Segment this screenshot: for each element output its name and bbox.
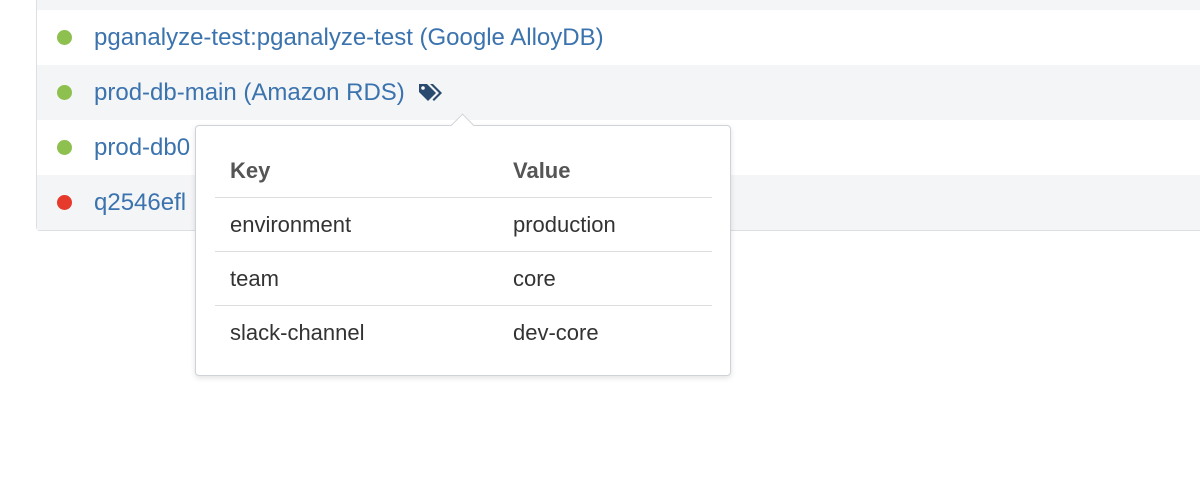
tag-value: dev-core	[513, 319, 599, 345]
list-top-strip	[37, 0, 1200, 10]
server-link[interactable]: q2546efl	[94, 189, 186, 217]
tags-table-header: Key Value	[215, 144, 712, 198]
tags-icon[interactable]	[417, 81, 447, 105]
status-dot-ok	[57, 140, 72, 155]
tag-key: environment	[215, 197, 498, 252]
tags-table: Key Value environment production team co…	[215, 144, 712, 359]
server-row: pganalyze-test:pganalyze-test (Google Al…	[37, 10, 1200, 65]
tags-popover: Key Value environment production team co…	[195, 113, 731, 376]
column-header-value: Value	[498, 144, 712, 198]
column-header-key: Key	[215, 144, 498, 198]
status-dot-error	[57, 195, 72, 210]
status-dot-ok	[57, 30, 72, 45]
tag-value: core	[498, 251, 712, 306]
server-link[interactable]: prod-db-main (Amazon RDS)	[94, 79, 405, 107]
server-link[interactable]: pganalyze-test:pganalyze-test (Google Al…	[94, 24, 604, 52]
table-row: team core	[215, 251, 712, 306]
tag-key: slack-channel	[230, 319, 365, 345]
status-dot-ok	[57, 85, 72, 100]
tag-value: production	[498, 197, 712, 252]
server-row: prod-db-main (Amazon RDS)	[37, 65, 1200, 120]
table-row: slack-channel dev-core	[215, 306, 712, 360]
tag-key: team	[215, 251, 498, 306]
server-link[interactable]: prod-db0	[94, 134, 190, 162]
table-row: environment production	[215, 197, 712, 252]
